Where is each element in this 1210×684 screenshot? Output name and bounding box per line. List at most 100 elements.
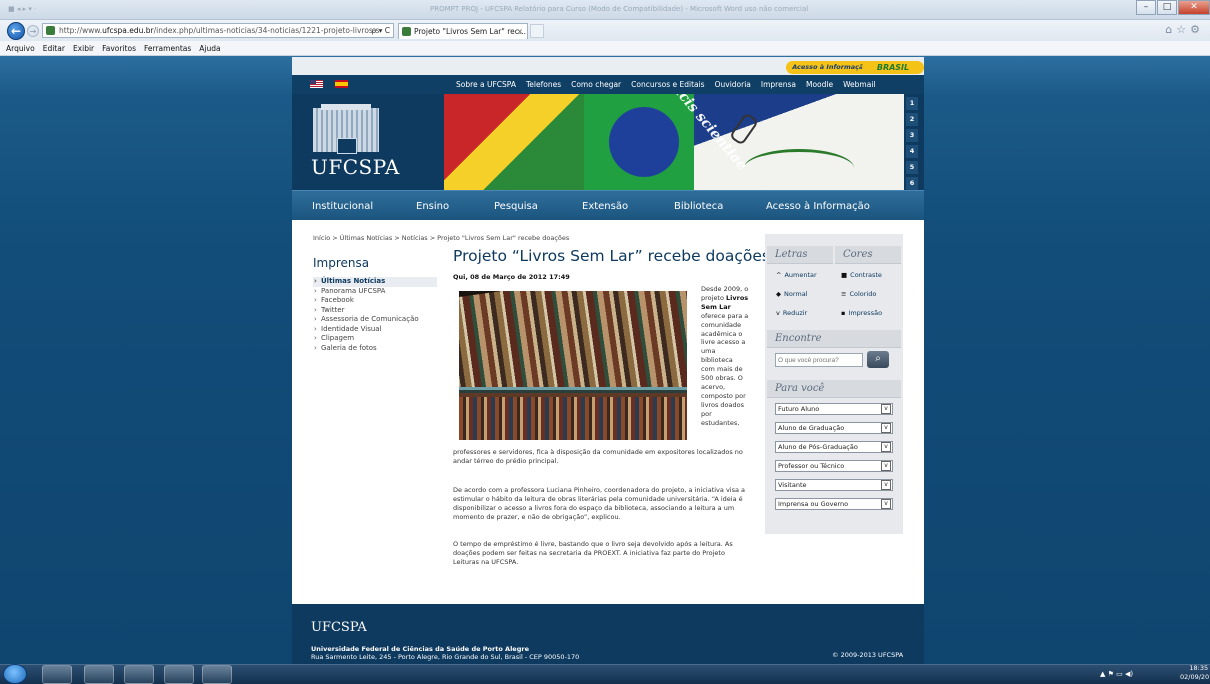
search-icon: ⌕: [875, 353, 881, 364]
search-input[interactable]: [775, 353, 863, 367]
top-link-como-chegar[interactable]: Como chegar: [571, 80, 621, 89]
quick-access-icons[interactable]: ■ ◂ ▸ ▾ ·: [8, 5, 36, 13]
search-button[interactable]: ⌕: [867, 351, 889, 368]
select-professor-tecnico[interactable]: Professor ou Técnico v: [775, 460, 893, 472]
select-futuro-aluno[interactable]: Futuro Aluno v: [775, 403, 893, 415]
word-icon[interactable]: [202, 665, 232, 684]
slide-selector: 1 2 3 4 5 6: [906, 97, 918, 193]
slide-6-button[interactable]: 6: [906, 177, 918, 190]
media-player-icon[interactable]: [124, 665, 154, 684]
top-link-moodle[interactable]: Moodle: [806, 80, 833, 89]
breadcrumb-current: Projeto "Livros Sem Lar" recebe doações: [437, 234, 570, 242]
nav-biblioteca[interactable]: Biblioteca: [674, 201, 723, 212]
back-button[interactable]: ←: [7, 22, 25, 40]
top-link-concursos[interactable]: Concursos e Editais: [631, 80, 704, 89]
slide-2-button[interactable]: 2: [906, 113, 918, 126]
cores-heading: Cores: [835, 246, 901, 264]
menu-favoritos[interactable]: Favoritos: [102, 44, 136, 53]
acesso-informacao-badge[interactable]: Acesso à Informação: [786, 61, 874, 74]
top-link-ouvidoria[interactable]: Ouvidoria: [715, 80, 751, 89]
chevron-down-icon: v: [881, 480, 891, 490]
sidebar-item-clipagem[interactable]: Clipagem: [313, 334, 437, 344]
tab-title: Projeto "Livros Sem Lar" rec...: [414, 27, 527, 36]
article-paragraph-3: O tempo de empréstimo é livre, bastando …: [453, 540, 733, 566]
window-title: PROMPT PROJ - UFCSPA Relatório para Curs…: [430, 5, 809, 13]
chevron-down-icon: v: [881, 423, 891, 433]
english-flag-icon[interactable]: [310, 80, 323, 88]
address-tools[interactable]: ρ ▾ C: [371, 24, 390, 37]
file-explorer-icon[interactable]: [84, 665, 114, 684]
nav-pesquisa[interactable]: Pesquisa: [494, 201, 538, 212]
sidebar-item-identidade-visual[interactable]: Identidade Visual: [313, 325, 437, 335]
sidebar-item-assessoria[interactable]: Assessoria de Comunicação: [313, 315, 437, 325]
nav-extensao[interactable]: Extensão: [582, 201, 628, 212]
breadcrumb-ultimas-noticias[interactable]: Últimas Notícias: [340, 234, 393, 242]
slide-3-button[interactable]: 3: [906, 129, 918, 142]
tab-close-icon[interactable]: ×: [517, 24, 523, 39]
menu-ajuda[interactable]: Ajuda: [199, 44, 220, 53]
brasil-badge[interactable]: BRASIL: [862, 61, 924, 74]
internet-explorer-icon[interactable]: [42, 665, 72, 684]
top-link-sobre[interactable]: Sobre a UFCSPA: [456, 80, 516, 89]
new-tab-button[interactable]: [530, 24, 544, 38]
forward-button[interactable]: →: [27, 25, 39, 37]
caret-up-icon: ^: [776, 271, 782, 279]
slide-4-button[interactable]: 4: [906, 145, 918, 158]
menu-arquivo[interactable]: Arquivo: [6, 44, 35, 53]
caret-down-icon: v: [776, 309, 780, 317]
font-decrease-button[interactable]: v Reduzir: [776, 309, 807, 317]
close-window-button[interactable]: ✕: [1178, 0, 1210, 15]
home-favorites-settings-icons[interactable]: ⌂☆⚙: [1165, 23, 1204, 36]
sidebar-item-ultimas-noticias[interactable]: Últimas Notícias: [313, 277, 437, 287]
site-logo[interactable]: UFCSPA: [311, 155, 400, 179]
select-aluno-pos-graduacao[interactable]: Aluno de Pós-Graduação v: [775, 441, 893, 453]
top-link-webmail[interactable]: Webmail: [843, 80, 875, 89]
select-visitante[interactable]: Visitante v: [775, 479, 893, 491]
nav-ensino[interactable]: Ensino: [416, 201, 449, 212]
nav-acesso-informacao[interactable]: Acesso à Informação: [766, 201, 870, 212]
maximize-button[interactable]: □: [1157, 0, 1177, 15]
slide-5-button[interactable]: 5: [906, 161, 918, 174]
menu-exibir[interactable]: Exibir: [73, 44, 94, 53]
slide-1-button[interactable]: 1: [906, 97, 918, 110]
print-button[interactable]: ▪ Impressão: [841, 309, 882, 317]
nav-institucional[interactable]: Institucional: [312, 201, 373, 212]
top-link-imprensa[interactable]: Imprensa: [761, 80, 796, 89]
network-app-icon[interactable]: [164, 665, 194, 684]
taskbar-clock[interactable]: 18:35 02/09/2013: [1180, 664, 1210, 682]
sidebar-title: Imprensa: [313, 256, 370, 270]
menu-editar[interactable]: Editar: [43, 44, 65, 53]
window-controls: – □ ✕: [1135, 0, 1210, 18]
sidebar-item-panorama[interactable]: Panorama UFCSPA: [313, 287, 437, 297]
breadcrumb-noticias[interactable]: Notícias: [402, 234, 428, 242]
header-banner: lucis scientiae: [444, 94, 904, 190]
site-favicon-icon: [46, 26, 55, 35]
contrast-button[interactable]: ■ Contraste: [841, 271, 882, 279]
browser-tab[interactable]: Projeto "Livros Sem Lar" rec... ×: [398, 23, 528, 39]
start-button-icon[interactable]: [3, 664, 27, 684]
footer-address: Rua Sarmento Leite, 245 - Porto Alegre, …: [311, 653, 580, 661]
select-imprensa-governo[interactable]: Imprensa ou Governo v: [775, 498, 893, 510]
article-paragraph-1: professores e servidores, fica à disposi…: [453, 448, 743, 465]
building-logo-icon[interactable]: [313, 104, 379, 154]
sidebar-item-twitter[interactable]: Twitter: [313, 306, 437, 316]
menu-ferramentas[interactable]: Ferramentas: [144, 44, 191, 53]
address-bar[interactable]: http://www.ufcspa.edu.br/index.php/ultim…: [42, 23, 394, 38]
minimize-button[interactable]: –: [1136, 0, 1156, 15]
spanish-flag-icon[interactable]: [335, 80, 348, 88]
contrast-icon: ■: [841, 271, 848, 279]
encontre-heading: Encontre: [767, 330, 901, 348]
sidebar-item-galeria[interactable]: Galeria de fotos: [313, 344, 437, 354]
sidebar-item-facebook[interactable]: Facebook: [313, 296, 437, 306]
breadcrumb-inicio[interactable]: Início: [313, 234, 330, 242]
print-icon: ▪: [841, 309, 846, 317]
top-link-telefones[interactable]: Telefones: [526, 80, 561, 89]
system-tray-icons[interactable]: ▲ ⚑ ▭ ◀): [1100, 664, 1133, 684]
font-increase-button[interactable]: ^ Aumentar: [776, 271, 817, 279]
select-aluno-graduacao[interactable]: Aluno de Graduação v: [775, 422, 893, 434]
colorido-button[interactable]: ≡ Colorido: [841, 290, 876, 298]
color-bars-icon: ≡: [841, 290, 847, 298]
url-path: /index.php/ultimas-noticias/34-noticias/…: [153, 26, 380, 35]
clock-time: 18:35: [1189, 664, 1209, 672]
font-normal-button[interactable]: ◆ Normal: [776, 290, 808, 298]
